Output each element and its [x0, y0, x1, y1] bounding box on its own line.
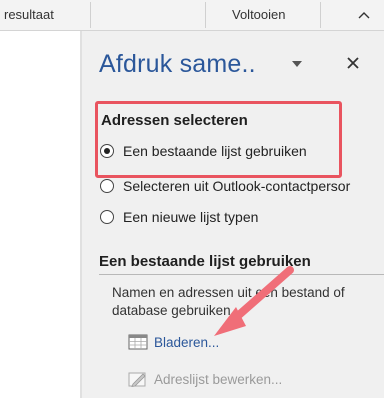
annotation-arrow-icon	[214, 266, 294, 336]
